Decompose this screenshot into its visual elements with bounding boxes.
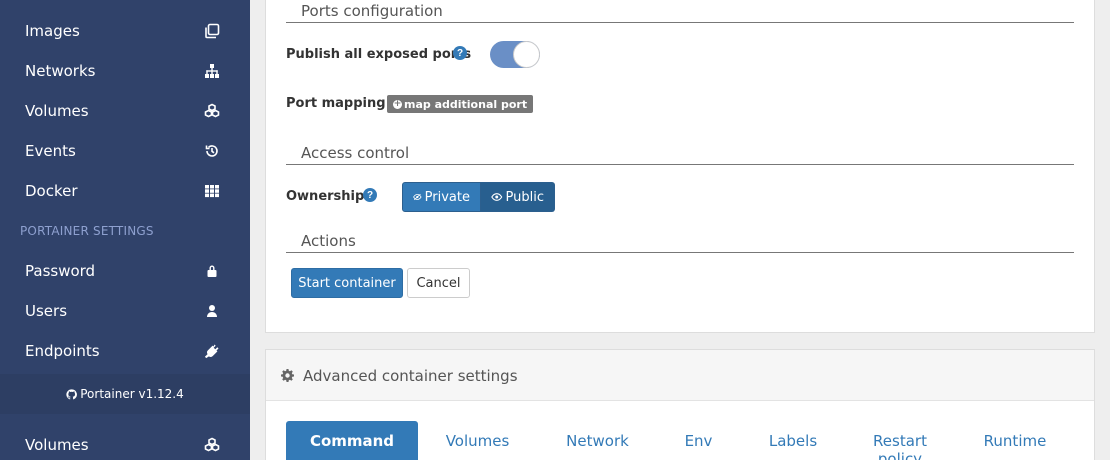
access-section-header: Access control bbox=[286, 142, 1074, 165]
sidebar-item-endpoints[interactable]: Endpoints bbox=[0, 331, 250, 371]
ownership-toggle-group: Private Public bbox=[402, 182, 555, 212]
github-icon bbox=[66, 388, 78, 399]
tab-volumes[interactable]: Volumes bbox=[430, 421, 525, 460]
tab-labels[interactable]: Labels bbox=[753, 421, 833, 460]
sidebar-item-label: Users bbox=[25, 302, 68, 320]
sidebar-item-label: Volumes bbox=[25, 436, 89, 454]
sidebar-item-networks[interactable]: Networks bbox=[0, 51, 250, 91]
sitemap-icon bbox=[204, 63, 220, 79]
advanced-settings-header[interactable]: Advanced container settings bbox=[266, 350, 1094, 401]
access-section-title: Access control bbox=[301, 144, 410, 162]
port-mapping-label: Port mapping bbox=[286, 96, 386, 111]
sidebar-item-label: Images bbox=[25, 22, 80, 40]
sidebar-footer: Portainer v1.12.4 bbox=[0, 374, 250, 414]
public-label: Public bbox=[505, 189, 544, 205]
private-label: Private bbox=[424, 189, 470, 205]
sidebar-item-label: Events bbox=[25, 142, 76, 160]
publish-ports-label: Publish all exposed ports bbox=[286, 47, 472, 62]
sidebar: Images Networks Volumes Events Docker PO… bbox=[0, 0, 250, 460]
eye-icon bbox=[491, 193, 503, 201]
sidebar-item-volumes-2[interactable]: Volumes bbox=[0, 425, 250, 460]
publish-ports-toggle[interactable] bbox=[490, 41, 540, 68]
ports-section-title: Ports configuration bbox=[301, 2, 443, 20]
tab-command[interactable]: Command bbox=[286, 421, 418, 460]
tab-runtime[interactable]: Runtime bbox=[970, 421, 1060, 460]
help-icon[interactable]: ? bbox=[453, 46, 467, 60]
history-icon bbox=[204, 143, 220, 159]
plug-icon bbox=[204, 343, 220, 359]
map-additional-port-button[interactable]: + map additional port bbox=[387, 95, 534, 113]
sidebar-item-label: Volumes bbox=[25, 102, 89, 120]
tab-restart-policy[interactable]: Restart policy bbox=[862, 421, 938, 460]
sidebar-item-label: Networks bbox=[25, 62, 96, 80]
actions-section-title: Actions bbox=[301, 232, 356, 250]
tab-network[interactable]: Network bbox=[550, 421, 645, 460]
sidebar-item-label: Endpoints bbox=[25, 342, 100, 360]
help-icon[interactable]: ? bbox=[363, 188, 377, 202]
version-label: Portainer v1.12.4 bbox=[80, 387, 184, 401]
cancel-button[interactable]: Cancel bbox=[407, 268, 470, 298]
clone-icon bbox=[204, 23, 220, 39]
private-button[interactable]: Private bbox=[402, 182, 481, 212]
sidebar-item-label: Password bbox=[25, 262, 96, 280]
sidebar-item-volumes[interactable]: Volumes bbox=[0, 91, 250, 131]
lock-icon bbox=[204, 263, 220, 279]
map-port-label: map additional port bbox=[404, 97, 528, 111]
cubes-icon bbox=[204, 103, 220, 119]
sidebar-item-label: Docker bbox=[25, 182, 78, 200]
tab-env[interactable]: Env bbox=[670, 421, 727, 460]
sidebar-section-title: PORTAINER SETTINGS bbox=[20, 224, 154, 238]
ports-section-header: Ports configuration bbox=[286, 0, 1074, 23]
cog-icon bbox=[281, 369, 294, 382]
toggle-knob bbox=[513, 41, 540, 68]
sidebar-item-users[interactable]: Users bbox=[0, 291, 250, 331]
plus-circle-icon: + bbox=[393, 98, 402, 109]
start-container-button[interactable]: Start container bbox=[291, 268, 403, 298]
advanced-settings-title: Advanced container settings bbox=[303, 367, 518, 385]
eye-slash-icon bbox=[413, 193, 422, 201]
sidebar-item-docker[interactable]: Docker bbox=[0, 171, 250, 211]
sidebar-item-events[interactable]: Events bbox=[0, 131, 250, 171]
public-button[interactable]: Public bbox=[481, 182, 555, 212]
cubes-icon bbox=[204, 437, 220, 453]
ownership-label: Ownership bbox=[286, 189, 365, 204]
user-icon bbox=[204, 303, 220, 319]
actions-section-header: Actions bbox=[286, 230, 1074, 253]
sidebar-item-password[interactable]: Password bbox=[0, 251, 250, 291]
sidebar-item-images[interactable]: Images bbox=[0, 11, 250, 51]
th-icon bbox=[204, 183, 220, 199]
